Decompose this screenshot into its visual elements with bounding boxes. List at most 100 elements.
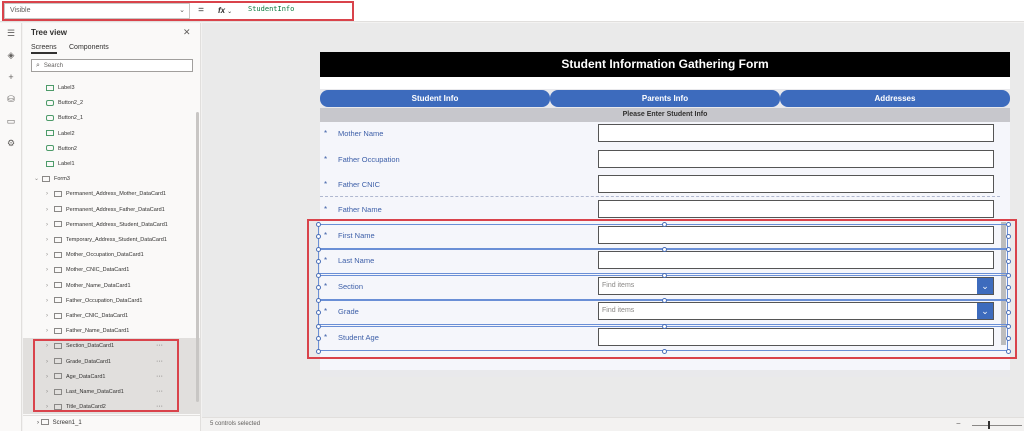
required-mark: * [324, 205, 328, 214]
tree-search-input[interactable]: ⌕ Search [31, 59, 193, 72]
field-row-mother-name: * Mother Name [320, 122, 1000, 147]
tree-item[interactable]: › Temporary_Address_Student_DataCard1 [46, 233, 167, 247]
tree-item-label: Label1 [58, 161, 75, 167]
tree-item[interactable]: › Permanent_Address_Student_DataCard1 [46, 218, 168, 232]
card-icon [54, 297, 62, 304]
caret-right-icon[interactable]: › [46, 203, 54, 217]
tree-item[interactable]: Label3 [46, 81, 75, 95]
insert-icon[interactable]: + [4, 71, 18, 83]
zoom-slider[interactable] [972, 425, 1022, 426]
tree-item[interactable]: › Father_CNIC_DataCard1 [46, 309, 128, 323]
tree-item-label: Button2_2 [58, 100, 84, 107]
form-icon [42, 175, 50, 182]
tree-item[interactable]: › Father_Name_DataCard1 [46, 324, 129, 338]
search-icon: ⌕ [36, 62, 40, 69]
tree-item-label: Father_CNIC_DataCard1 [66, 313, 129, 319]
field-row-father-cnic: * Father CNIC [320, 173, 1000, 198]
screen-label: Screen1_1 [52, 420, 82, 426]
caret-right-icon[interactable]: › [46, 248, 54, 262]
tree-item-label: Button2_1 [58, 115, 84, 122]
search-placeholder: Search [43, 63, 63, 69]
tree-item-label: Mother_Name_DataCard1 [66, 282, 131, 289]
close-icon[interactable]: ✕ [183, 27, 191, 38]
caret-down-icon[interactable]: ⌄ [34, 172, 42, 186]
tools-icon[interactable]: ⚙ [4, 137, 18, 149]
title-strip [320, 77, 1010, 89]
card-icon [54, 221, 62, 228]
required-mark: * [324, 155, 328, 164]
caret-right-icon[interactable]: › [46, 263, 54, 277]
caret-right-icon[interactable]: › [46, 233, 54, 247]
tree-item-label: Button2 [58, 145, 77, 152]
tree-scrollbar[interactable] [196, 112, 199, 402]
card-icon [54, 327, 62, 334]
zoom-out-icon[interactable]: − [956, 419, 961, 428]
tree-item-label: Permanent_Address_Father_DataCard1 [66, 206, 165, 213]
tree-item-label: Mother_CNIC_DataCard1 [66, 267, 130, 274]
field-label: Father Name [338, 205, 382, 214]
caret-right-icon: › [37, 420, 39, 426]
caret-right-icon[interactable]: › [46, 279, 54, 293]
tree-item[interactable]: › Mother_CNIC_DataCard1 [46, 263, 129, 277]
parents-info-button[interactable]: Parents Info [550, 90, 780, 107]
text-input[interactable] [598, 200, 994, 218]
field-label: Father Occupation [338, 155, 400, 164]
label-icon [46, 160, 54, 167]
tree-item[interactable]: › Mother_Occupation_DataCard1 [46, 248, 144, 262]
tree-item-label: Label3 [58, 85, 75, 91]
tree-item[interactable]: › Father_Occupation_DataCard1 [46, 294, 142, 308]
card-icon [54, 190, 62, 197]
tree-item[interactable]: › Permanent_Address_Father_DataCard1 [46, 203, 165, 217]
tree-item[interactable]: › Permanent_Address_Mother_DataCard1 [46, 187, 166, 201]
status-text: 5 controls selected [210, 421, 261, 427]
tab-screens[interactable]: Screens [31, 44, 57, 54]
power-apps-studio: Visible ⌄ = fx ⌄ StudentInfo ☰ ◈ + ⛁ ▭ ⚙ … [0, 0, 1024, 431]
button-icon [46, 99, 54, 106]
zoom-thumb[interactable] [988, 421, 990, 429]
media-icon[interactable]: ▭ [4, 115, 18, 127]
layers-icon[interactable]: ◈ [4, 49, 18, 61]
label-icon [46, 130, 54, 137]
tree-item[interactable]: Label1 [46, 157, 75, 171]
tree-item-label: Permanent_Address_Mother_DataCard1 [66, 191, 166, 198]
card-icon [54, 282, 62, 289]
info-banner: Please Enter Student Info [320, 108, 1010, 122]
tree-item[interactable]: Label2 [46, 127, 75, 141]
required-mark: * [324, 180, 328, 189]
tree-item-label: Father_Name_DataCard1 [66, 328, 130, 335]
caret-right-icon[interactable]: › [46, 218, 54, 232]
tree-item-screen[interactable]: › Screen1_1 [23, 415, 201, 429]
text-input[interactable] [598, 150, 994, 168]
tree-item[interactable]: Button2_1 [46, 111, 83, 125]
text-input[interactable] [598, 124, 994, 142]
field-label: Mother Name [338, 129, 384, 138]
tree-item[interactable]: Button2_2 [46, 96, 83, 110]
tree-item-label: Temporary_Address_Student_DataCard1 [66, 237, 167, 243]
addresses-button[interactable]: Addresses [780, 90, 1010, 107]
tree-item[interactable]: Button2 [46, 142, 77, 156]
tree-item[interactable]: ⌄ Form3 [34, 172, 70, 186]
caret-right-icon[interactable]: › [46, 309, 54, 323]
card-icon [54, 266, 62, 273]
tree-item[interactable]: › Mother_Name_DataCard1 [46, 279, 131, 293]
caret-right-icon[interactable]: › [46, 187, 54, 201]
text-input[interactable] [598, 175, 994, 193]
field-row-father-occupation: * Father Occupation [320, 148, 1000, 173]
hamburger-icon[interactable]: ☰ [4, 27, 18, 39]
caret-right-icon[interactable]: › [46, 294, 54, 308]
student-info-button[interactable]: Student Info [320, 90, 550, 107]
tab-components[interactable]: Components [69, 44, 109, 51]
data-icon[interactable]: ⛁ [4, 93, 18, 105]
status-bar: 5 controls selected − [202, 417, 1024, 431]
tree-view-title: Tree view [31, 28, 68, 37]
card-icon [54, 206, 62, 213]
left-rail: ☰ ◈ + ⛁ ▭ ⚙ [0, 23, 22, 431]
caret-right-icon[interactable]: › [46, 324, 54, 338]
tree-item-label: Father_Occupation_DataCard1 [66, 297, 143, 304]
button-icon [46, 145, 54, 152]
tree-item-label: Mother_Occupation_DataCard1 [66, 252, 144, 259]
button-icon [46, 114, 54, 121]
card-icon [54, 236, 62, 243]
screen-icon [40, 419, 49, 426]
card-icon [54, 312, 62, 319]
